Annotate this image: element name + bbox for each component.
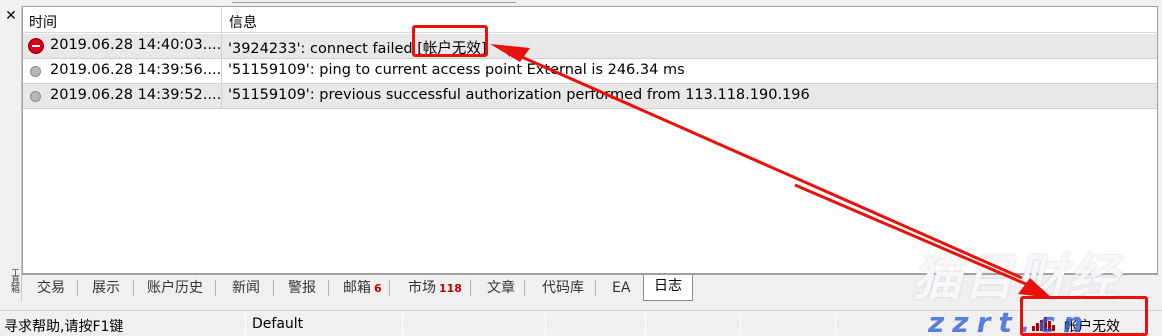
cell-divider — [221, 59, 222, 83]
log-message: '51159109': previous successful authoriz… — [228, 87, 810, 103]
toolbox-gutter: ✕ 工具箱 — [0, 6, 22, 302]
tab-divider — [133, 280, 134, 296]
tab-alerts[interactable]: 警报 — [288, 277, 329, 301]
table-row[interactable]: 2019.06.28 14:40:03.... '3924233': conne… — [23, 34, 1157, 59]
tab-label: 交易 — [37, 280, 65, 296]
annotation-box-message — [412, 25, 488, 57]
info-dot-icon — [30, 66, 41, 77]
tab-divider — [595, 280, 596, 296]
log-time: 2019.06.28 14:39:56.... — [50, 62, 222, 78]
tab-account-history[interactable]: 账户历史 — [147, 277, 216, 301]
status-divider — [835, 313, 836, 335]
cell-divider — [221, 84, 222, 108]
tab-divider — [328, 280, 329, 296]
tab-trade[interactable]: 交易 — [37, 277, 78, 301]
tab-exposure[interactable]: 展示 — [92, 277, 134, 301]
tab-market[interactable]: 市场 118 — [408, 277, 471, 301]
status-help-text: 寻求帮助,请按F1键 — [4, 319, 124, 335]
tab-news[interactable]: 新闻 — [232, 277, 274, 301]
status-profile[interactable]: Default — [252, 316, 303, 332]
tab-divider — [469, 280, 471, 296]
log-message: '51159109': ping to current access point… — [228, 62, 685, 78]
log-time: 2019.06.28 14:39:52.... — [50, 87, 222, 103]
tab-divider — [388, 280, 390, 296]
tab-label: 日志 — [654, 278, 682, 294]
table-row[interactable]: 2019.06.28 14:39:56.... '51159109': ping… — [23, 59, 1157, 84]
column-header-time[interactable]: 时间 — [29, 12, 57, 32]
annotation-box-status — [1020, 296, 1148, 336]
column-header-message[interactable]: 信息 — [229, 12, 257, 32]
info-dot-icon — [30, 91, 41, 102]
cell-divider — [221, 34, 222, 58]
journal-log-panel: 时间 信息 2019.06.28 14:40:03.... '3924233':… — [22, 6, 1158, 274]
status-divider — [645, 313, 646, 335]
tab-label: 代码库 — [542, 280, 584, 296]
market-badge: 118 — [439, 282, 462, 295]
tab-articles[interactable]: 文章 — [487, 277, 525, 301]
tab-divider — [273, 280, 274, 296]
tab-mailbox[interactable]: 邮箱 6 — [343, 277, 390, 301]
close-icon[interactable]: ✕ — [4, 9, 18, 23]
tab-divider — [215, 280, 216, 296]
status-divider — [740, 313, 741, 335]
status-divider — [245, 313, 246, 335]
table-row[interactable]: 2019.06.28 14:39:52.... '51159109': prev… — [23, 84, 1157, 109]
tab-divider — [77, 280, 78, 296]
table-header: 时间 信息 — [23, 7, 1157, 33]
tab-label: 账户历史 — [147, 280, 203, 296]
status-divider — [402, 313, 403, 335]
tab-label: 新闻 — [232, 280, 260, 296]
toolbox-side-label[interactable]: 工具箱 — [4, 268, 19, 302]
tab-divider — [524, 280, 525, 296]
tab-label: 邮箱 — [343, 280, 371, 296]
error-icon — [28, 38, 44, 54]
log-time: 2019.06.28 14:40:03.... — [50, 37, 222, 53]
tab-label: 警报 — [288, 280, 316, 296]
scroll-track — [232, 0, 516, 3]
tab-label: 展示 — [92, 280, 120, 296]
mailbox-badge: 6 — [374, 282, 382, 295]
column-divider[interactable] — [221, 7, 222, 33]
status-divider — [545, 313, 546, 335]
tab-experts[interactable]: EA — [612, 277, 630, 301]
tab-label: 市场 — [408, 280, 436, 296]
tab-label: EA — [612, 280, 631, 296]
tab-journal[interactable]: 日志 — [643, 275, 693, 301]
tab-label: 文章 — [487, 280, 515, 296]
tab-code-base[interactable]: 代码库 — [542, 277, 596, 301]
